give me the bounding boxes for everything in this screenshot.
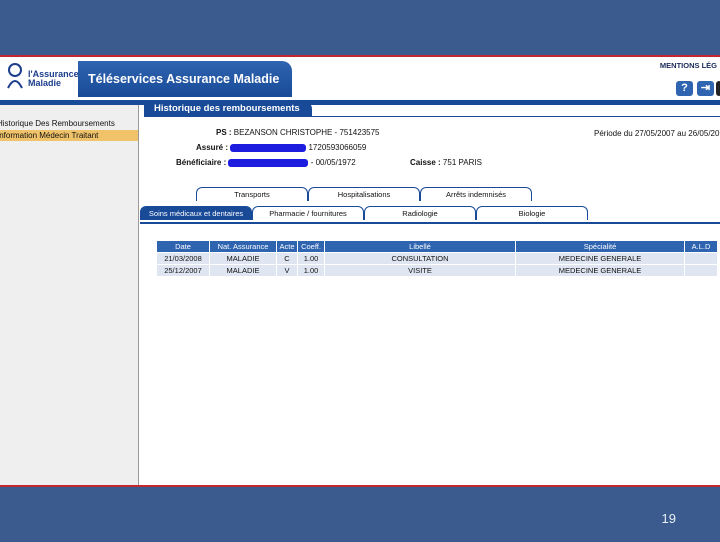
remboursements-table: Date Nat. Assurance Acte Coeff. Libellé … <box>156 240 718 277</box>
cell-nat-assurance: MALADIE <box>209 252 277 265</box>
cell-specialite: MEDECINE GENERALE <box>515 252 685 265</box>
cell-coeff: 1.00 <box>297 264 325 277</box>
exit-button[interactable]: ⇥ <box>697 81 714 96</box>
caisse-value: 751 PARIS <box>442 158 482 167</box>
slide-page-number: 19 <box>661 511 676 526</box>
tab-radiologie[interactable]: Radiologie <box>364 206 476 220</box>
caisse-label: Caisse : <box>410 158 441 167</box>
column-header-coeff[interactable]: Coeff. <box>297 240 325 253</box>
redaction-mark <box>228 158 309 167</box>
beneficiaire-label: Bénéficiaire : <box>176 158 227 167</box>
slide-top-band <box>0 0 720 55</box>
cell-specialite: MEDECINE GENERALE <box>515 264 685 277</box>
sidebar: Historique Des Remboursements Informatio… <box>0 105 139 485</box>
table-row[interactable]: 25/12/2007 MALADIE V 1.00 VISITE MEDECIN… <box>156 264 718 277</box>
column-header-libelle[interactable]: Libellé <box>324 240 516 253</box>
app-title-banner: Téléservices Assurance Maladie <box>78 61 292 97</box>
ps-label: PS : <box>216 128 232 137</box>
column-header-date[interactable]: Date <box>156 240 210 253</box>
tab-biologie[interactable]: Biologie <box>476 206 588 220</box>
tab-hospitalisations[interactable]: Hospitalisations <box>308 187 420 201</box>
logo-text: l'Assurance Maladie <box>28 69 79 88</box>
ps-row: PS : BEZANSON CHRISTOPHE - 751423575 <box>216 128 379 137</box>
column-header-acte[interactable]: Acte <box>276 240 298 253</box>
table-header-row: Date Nat. Assurance Acte Coeff. Libellé … <box>156 240 718 253</box>
tab-soins-medicaux[interactable]: Soins médicaux et dentaires <box>140 206 252 220</box>
column-header-specialite[interactable]: Spécialité <box>515 240 685 253</box>
help-button[interactable]: ? <box>676 81 693 96</box>
more-icon[interactable] <box>716 81 720 96</box>
cell-coeff: 1.00 <box>297 252 325 265</box>
column-header-ald[interactable]: A.L.D <box>684 240 718 253</box>
cell-acte: C <box>276 252 298 265</box>
cell-date: 21/03/2008 <box>156 252 210 265</box>
slide-footer: 19 <box>0 485 720 542</box>
periode-text: Période du 27/05/2007 au 26/05/20 <box>594 129 720 138</box>
sidebar-item-historique[interactable]: Historique Des Remboursements <box>0 118 138 129</box>
cell-nat-assurance: MALADIE <box>209 264 277 277</box>
cell-date: 25/12/2007 <box>156 264 210 277</box>
cell-libelle: CONSULTATION <box>324 252 516 265</box>
assurance-maladie-logo: l'Assurance Maladie <box>4 60 79 96</box>
mentions-legales-link[interactable]: MENTIONS LÉG <box>660 61 717 70</box>
cell-acte: V <box>276 264 298 277</box>
cell-libelle: VISITE <box>324 264 516 277</box>
assure-label: Assuré : <box>196 143 229 152</box>
tab-underline <box>144 116 720 117</box>
cell-ald <box>684 252 718 265</box>
redaction-mark <box>230 143 307 152</box>
tab-historique-remboursements[interactable]: Historique des remboursements <box>144 101 312 116</box>
beneficiaire-value: - 00/05/1972 <box>310 158 356 167</box>
screenshot-area: l'Assurance Maladie Téléservices Assuran… <box>0 55 720 485</box>
column-header-nat-assurance[interactable]: Nat. Assurance <box>209 240 277 253</box>
sidebar-item-medecin-traitant[interactable]: Information Médecin Traitant <box>0 130 138 141</box>
tab-arrets-indemnises[interactable]: Arrêts indemnisés <box>420 187 532 201</box>
assure-value: 1720593066059 <box>308 143 367 152</box>
logo-emblem-icon <box>7 63 23 89</box>
caisse-row: Caisse : 751 PARIS <box>410 158 482 167</box>
tab-pharmacie[interactable]: Pharmacie / fournitures <box>252 206 364 220</box>
app-title: Téléservices Assurance Maladie <box>88 72 280 86</box>
cell-ald <box>684 264 718 277</box>
app-header: l'Assurance Maladie Téléservices Assuran… <box>0 57 720 100</box>
assure-row: Assuré : 1720593066059 <box>196 143 366 152</box>
ps-value: BEZANSON CHRISTOPHE - 751423575 <box>233 128 380 137</box>
table-row[interactable]: 21/03/2008 MALADIE C 1.00 CONSULTATION M… <box>156 252 718 265</box>
beneficiaire-row: Bénéficiaire : - 00/05/1972 <box>176 158 356 167</box>
tabs-divider <box>140 222 720 224</box>
tab-transports[interactable]: Transports <box>196 187 308 201</box>
